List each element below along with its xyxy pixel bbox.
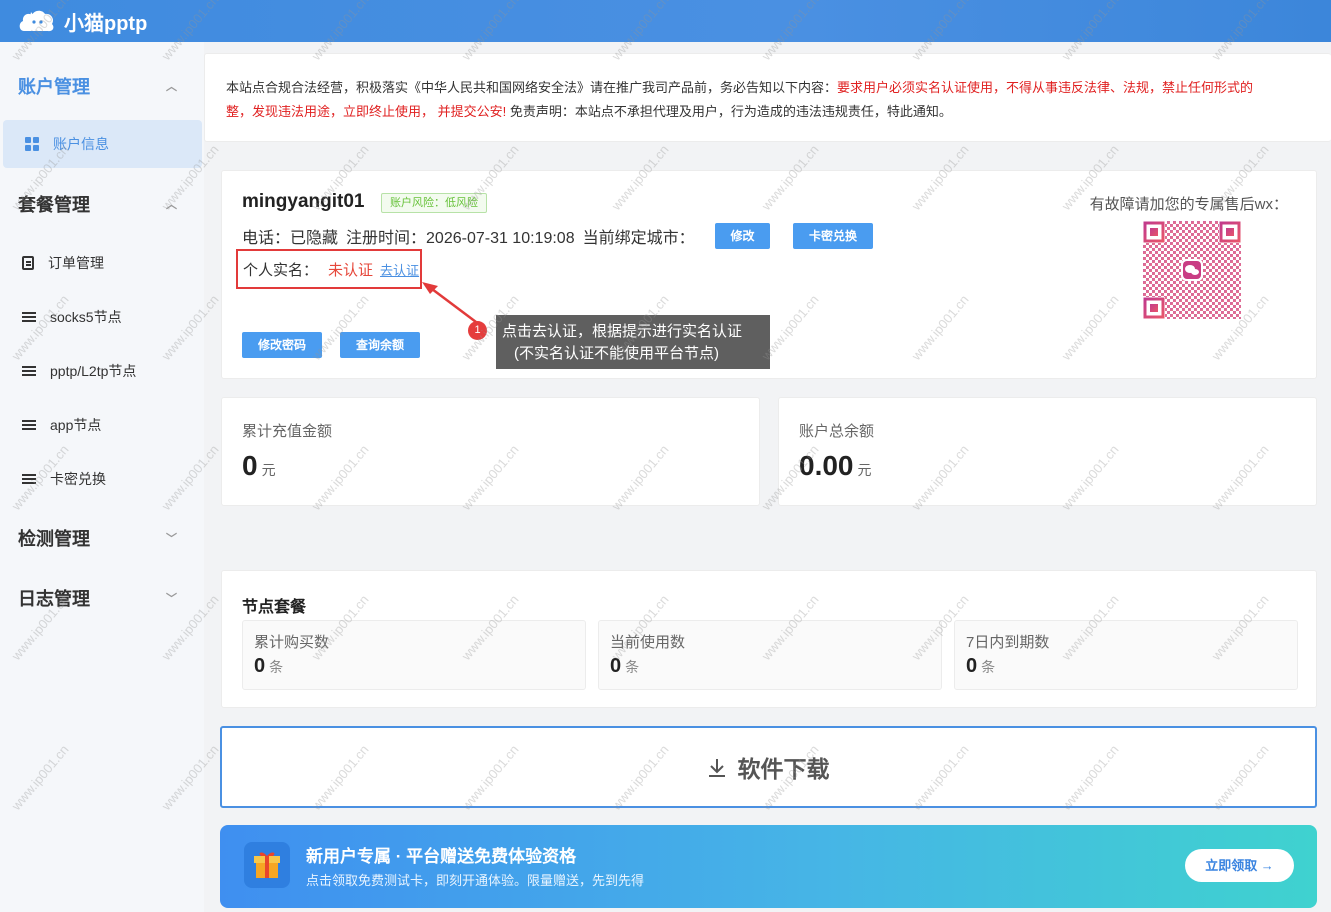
support-wx-title: 有故障请加您的专属售后wx： <box>1089 196 1288 213</box>
modify-button[interactable]: 修改 <box>715 223 770 249</box>
sidebar-group-label: 检测管理 <box>18 529 90 549</box>
sidebar-item-label: 卡密兑换 <box>50 471 106 487</box>
order-icon <box>22 256 34 270</box>
notice-line-1: 本站点合规合法经营，积极落实《中华人民共和国网络安全法》请在推广我司产品前，务必… <box>226 76 1331 100</box>
package-stat-value: 0条 <box>966 655 996 677</box>
card-redeem-button[interactable]: 卡密兑换 <box>793 223 873 249</box>
list-icon <box>22 364 36 378</box>
username: mingyangit01 <box>242 191 365 212</box>
sidebar-group-account[interactable]: 账户管理 ︿ <box>0 66 204 106</box>
sidebar-group-label: 日志管理 <box>18 589 90 609</box>
list-icon <box>22 418 36 432</box>
notice-warning: 整，发现违法用途，立即终止使用， 并提交公安! <box>226 104 507 119</box>
grid-icon <box>25 137 39 151</box>
tooltip-line-1: 点击去认证，根据提示进行实名认证 <box>502 323 743 340</box>
account-info-line: 电话：已隐藏 注册时间：2026-07-31 10:19:08 当前绑定城市： <box>242 224 703 248</box>
total-recharge-card: 累计充值金额 0元 <box>221 397 760 506</box>
claim-now-button[interactable]: 立即领取 → <box>1185 849 1294 882</box>
sidebar-item-label: socks5节点 <box>50 309 122 325</box>
gift-icon <box>244 842 290 888</box>
download-icon <box>708 757 726 777</box>
cat-cloud-logo-icon <box>18 7 56 35</box>
package-stat-expiring: 7日内到期数 0条 <box>954 620 1298 690</box>
compliance-notice: 本站点合规合法经营，积极落实《中华人民共和国网络安全法》请在推广我司产品前，务必… <box>204 53 1331 142</box>
package-stat-label: 累计购买数 <box>254 634 330 651</box>
verify-link[interactable]: 去认证 <box>380 260 419 279</box>
package-stat-label: 7日内到期数 <box>966 634 1050 651</box>
change-password-button[interactable]: 修改密码 <box>242 332 322 358</box>
chevron-up-icon: ︿ <box>166 81 177 93</box>
package-stat-value: 0条 <box>610 655 640 677</box>
sidebar-item-label: 订单管理 <box>48 255 104 271</box>
sidebar-item-label: 账户信息 <box>53 136 109 152</box>
new-user-promo-banner: 新用户专属 · 平台赠送免费体验资格 点击领取免费测试卡，即刻开通体验。限量赠送… <box>220 825 1317 908</box>
chevron-up-icon: ︿ <box>166 199 177 211</box>
list-icon <box>22 472 36 486</box>
sidebar-item-pptp[interactable]: pptp/L2tp节点 <box>0 347 204 395</box>
realname-status: 未认证 <box>328 261 374 279</box>
sidebar-item-orders[interactable]: 订单管理 <box>0 239 204 287</box>
package-stat-value: 0条 <box>254 655 284 677</box>
stat-label: 累计充值金额 <box>242 423 333 440</box>
phone-text: 电话：已隐藏 <box>242 230 339 247</box>
total-balance-card: 账户总余额 0.00 元 <box>778 397 1317 506</box>
sidebar: 账户管理 ︿ 账户信息 套餐管理 ︿ 订单管理 socks5节点 pptp/L2… <box>0 42 204 912</box>
bound-city-label: 当前绑定城市： <box>582 230 695 247</box>
realname-label: 个人实名： <box>243 261 319 279</box>
sidebar-item-app[interactable]: app节点 <box>0 401 204 449</box>
sidebar-group-log[interactable]: 日志管理 ﹀ <box>0 578 204 618</box>
chevron-down-icon: ﹀ <box>166 533 177 545</box>
sidebar-item-label: pptp/L2tp节点 <box>50 363 137 379</box>
sidebar-group-label: 套餐管理 <box>18 195 90 215</box>
risk-badge: 账户风险：低风险 <box>381 193 487 213</box>
package-stat-purchased: 累计购买数 0条 <box>242 620 586 690</box>
download-label: 软件下载 <box>737 756 830 782</box>
sidebar-item-account-info[interactable]: 账户信息 <box>3 120 202 168</box>
annotation-tooltip: 点击去认证，根据提示进行实名认证 (不实名认证不能使用平台节点) <box>496 315 770 369</box>
package-stat-label: 当前使用数 <box>610 634 686 651</box>
sidebar-item-card-redeem[interactable]: 卡密兑换 <box>0 455 204 503</box>
sidebar-group-label: 账户管理 <box>18 77 90 97</box>
node-package-card: 节点套餐 累计购买数 0条 当前使用数 0条 7日内到期数 0条 <box>221 570 1317 708</box>
sidebar-item-label: app节点 <box>50 417 102 433</box>
wechat-qr-code <box>1143 221 1241 319</box>
register-time: 注册时间：2026-07-31 10:19:08 <box>346 230 575 247</box>
stat-value: 0.00 元 <box>799 450 872 481</box>
query-balance-button[interactable]: 查询余额 <box>340 332 420 358</box>
notice-line-2: 整，发现违法用途，立即终止使用， 并提交公安! 免责声明：本站点不承担代理及用户… <box>226 100 1331 124</box>
package-title: 节点套餐 <box>242 599 307 616</box>
stat-value: 0元 <box>242 450 276 481</box>
notice-warning: 要求用户必须实名认证使用，不得从事违反法律、法规，禁止任何形式的 <box>837 80 1254 95</box>
disclaimer-text: 免责声明：本站点不承担代理及用户，行为造成的违法违规责任，特此通知。 <box>506 104 952 119</box>
stat-label: 账户总余额 <box>799 423 875 440</box>
list-icon <box>22 310 36 324</box>
tooltip-line-2: (不实名认证不能使用平台节点) <box>514 345 719 362</box>
promo-subtitle: 点击领取免费测试卡，即刻开通体验。限量赠送，先到先得 <box>306 873 645 888</box>
notice-text: 本站点合规合法经营，积极落实《中华人民共和国网络安全法》请在推广我司产品前，务必… <box>226 80 838 95</box>
chevron-down-icon: ﹀ <box>166 593 177 605</box>
sidebar-item-socks5[interactable]: socks5节点 <box>0 293 204 341</box>
sidebar-group-detect[interactable]: 检测管理 ﹀ <box>0 518 204 558</box>
step-badge: 1 <box>468 321 487 340</box>
realname-highlight-box: 个人实名： 未认证 去认证 <box>236 249 422 289</box>
app-name[interactable]: 小猫pptp <box>64 7 147 36</box>
package-stat-in-use: 当前使用数 0条 <box>598 620 942 690</box>
top-header: 小猫pptp <box>0 0 1331 42</box>
software-download-button[interactable]: 软件下载 <box>220 726 1317 808</box>
sidebar-group-package[interactable]: 套餐管理 ︿ <box>0 184 204 224</box>
promo-title: 新用户专属 · 平台赠送免费体验资格 <box>306 847 577 866</box>
